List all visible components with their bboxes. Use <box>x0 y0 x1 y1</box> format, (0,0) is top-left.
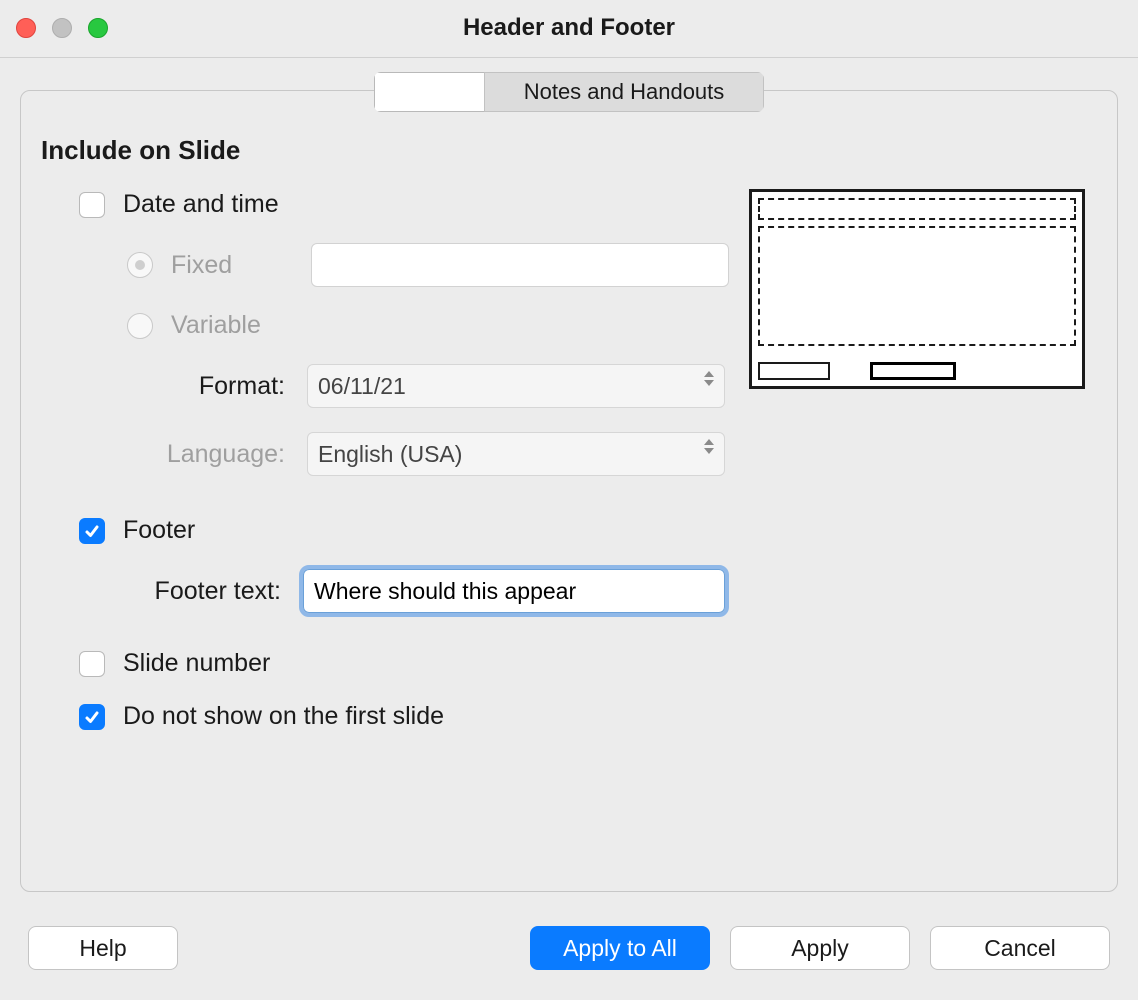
datetime-checkbox[interactable] <box>79 192 105 218</box>
slide-preview <box>749 189 1085 389</box>
language-select-value: English (USA) <box>318 441 462 468</box>
apply-button[interactable]: Apply <box>730 926 910 970</box>
tab-notes-handouts-label: Notes and Handouts <box>524 79 725 105</box>
title-bar: Header and Footer <box>0 0 1138 58</box>
fixed-label: Fixed <box>171 251 271 280</box>
include-on-slide-frame: Include on Slide Date and time Fixed Var… <box>20 90 1118 892</box>
format-select-value: 06/11/21 <box>318 373 406 400</box>
footer-label: Footer <box>123 516 195 545</box>
footer-text-input[interactable] <box>303 569 725 613</box>
footer-text-label: Footer text: <box>37 577 303 606</box>
language-row: Language: English (USA) <box>37 432 1085 476</box>
tab-notes-handouts[interactable]: Notes and Handouts <box>484 72 764 112</box>
cancel-button[interactable]: Cancel <box>930 926 1110 970</box>
language-select[interactable]: English (USA) <box>307 432 725 476</box>
tab-bar: Notes and Handouts <box>0 72 1138 112</box>
dialog-buttons: Help Apply to All Apply Cancel <box>28 926 1110 970</box>
footer-text-row: Footer text: <box>37 569 1085 613</box>
cancel-button-label: Cancel <box>984 935 1056 962</box>
not-first-checkbox[interactable] <box>79 704 105 730</box>
apply-button-label: Apply <box>791 935 849 962</box>
help-button-label: Help <box>79 935 126 962</box>
format-label: Format: <box>37 372 307 401</box>
preview-body-slot <box>758 226 1076 346</box>
footer-checkbox[interactable] <box>79 518 105 544</box>
variable-label: Variable <box>171 311 261 340</box>
slide-number-checkbox[interactable] <box>79 651 105 677</box>
preview-date-placeholder <box>758 362 830 380</box>
window-title: Header and Footer <box>0 14 1138 42</box>
stepper-icon <box>704 439 714 454</box>
section-title: Include on Slide <box>41 135 1085 166</box>
apply-to-all-button[interactable]: Apply to All <box>530 926 710 970</box>
format-select[interactable]: 06/11/21 <box>307 364 725 408</box>
language-label: Language: <box>37 440 307 469</box>
footer-row: Footer <box>37 516 1085 545</box>
stepper-icon <box>704 371 714 386</box>
not-first-label: Do not show on the first slide <box>123 702 444 731</box>
tab-slides[interactable] <box>374 72 484 112</box>
datetime-label: Date and time <box>123 190 279 219</box>
preview-footer-placeholder <box>870 362 956 380</box>
tab-segmented-control: Notes and Handouts <box>374 72 764 112</box>
help-button[interactable]: Help <box>28 926 178 970</box>
fixed-date-input[interactable] <box>311 243 729 287</box>
slide-number-label: Slide number <box>123 649 270 678</box>
preview-title-slot <box>758 198 1076 220</box>
apply-to-all-button-label: Apply to All <box>563 935 677 962</box>
not-first-row: Do not show on the first slide <box>37 702 1085 731</box>
slide-number-row: Slide number <box>37 649 1085 678</box>
fixed-radio[interactable] <box>127 252 153 278</box>
variable-radio[interactable] <box>127 313 153 339</box>
